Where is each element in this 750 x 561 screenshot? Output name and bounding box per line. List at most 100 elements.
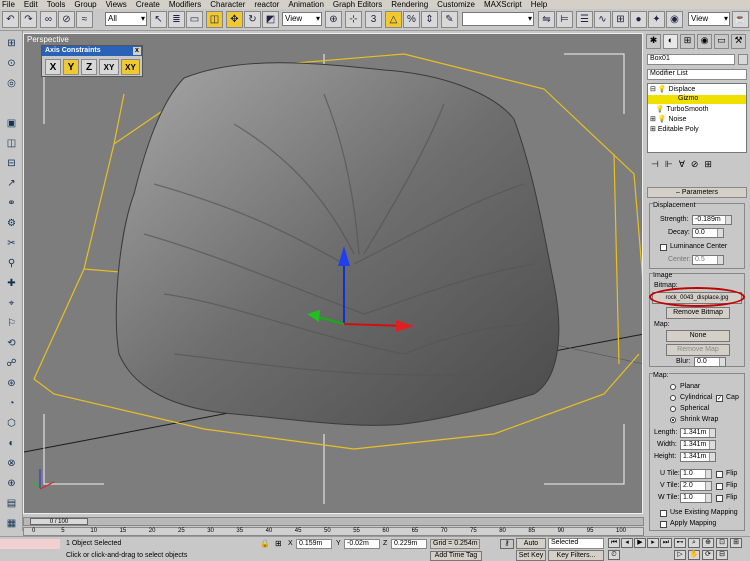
make-unique-icon[interactable]: ∀ [679, 159, 685, 173]
render-scene-icon[interactable]: ✦ [648, 11, 665, 28]
menu-modifiers[interactable]: Modifiers [169, 0, 201, 9]
toolbar-icon-21[interactable]: ⊗ [3, 457, 20, 471]
select-move-icon[interactable]: ✥ [226, 11, 243, 28]
stack-item-turbosmooth[interactable]: 💡 TurboSmooth [650, 105, 709, 113]
modify-tab-icon[interactable]: ◐ [663, 34, 678, 49]
track-bar[interactable]: 0 5 10 15 20 25 30 35 40 45 50 55 60 65 70 75 80 85 90 95 10… [23, 527, 644, 536]
width-spinner[interactable]: 1.341m [680, 440, 716, 450]
menu-group[interactable]: Group [74, 0, 96, 9]
length-spinner[interactable]: 1.341m [680, 428, 716, 438]
u-flip-checkbox[interactable] [716, 471, 723, 478]
select-object-icon[interactable]: ↖ [150, 11, 167, 28]
object-color-swatch[interactable] [738, 54, 748, 65]
stack-item-displace[interactable]: ⊟ 💡 Displace [650, 85, 695, 93]
planar-radio[interactable] [670, 384, 676, 390]
toolbar-icon-13[interactable]: ⌖ [3, 297, 20, 311]
rect-selection-icon[interactable]: ▭ [186, 11, 203, 28]
render-last-icon[interactable]: ☕ [732, 11, 749, 28]
toolbar-icon-7[interactable]: ↗ [3, 177, 20, 191]
toolbar-icon-8[interactable]: ⚭ [3, 197, 20, 211]
toolbar-icon-6[interactable]: ⊟ [3, 157, 20, 171]
toolbar-icon-22[interactable]: ⊕ [3, 477, 20, 491]
toolbar-icon-17[interactable]: ⊛ [3, 377, 20, 391]
redo-icon[interactable]: ↷ [20, 11, 37, 28]
use-existing-mapping-checkbox[interactable] [660, 510, 667, 517]
zoom-icon[interactable]: ⌕ [688, 538, 700, 548]
reference-coord-dropdown[interactable]: View [282, 12, 322, 26]
play-icon[interactable]: ▶ [634, 538, 646, 548]
toolbar-icon-15[interactable]: ⟲ [3, 337, 20, 351]
toolbar-icon-3[interactable]: ◎ [3, 77, 20, 91]
create-tab-icon[interactable]: ✱ [646, 34, 661, 49]
unlink-icon[interactable]: ⊘ [58, 11, 75, 28]
apply-mapping-checkbox[interactable] [660, 521, 667, 528]
absolute-mode-icon[interactable]: ⊞ [275, 539, 282, 548]
key-mode-dropdown[interactable]: Selected [548, 538, 604, 549]
menu-views[interactable]: Views [106, 0, 127, 9]
manipulate-icon[interactable]: ⊹ [345, 11, 362, 28]
x-coord-field[interactable]: 0.159m [296, 539, 332, 549]
center-spinner[interactable]: 0.5 [692, 255, 724, 265]
percent-snap-icon[interactable]: % [403, 11, 420, 28]
zoom-all-icon[interactable]: ⊕ [702, 538, 714, 548]
stack-item-gizmo[interactable]: Gizmo [648, 95, 746, 104]
decay-spinner[interactable]: 0.0 [692, 228, 724, 238]
show-end-result-icon[interactable]: ⊩ [665, 159, 673, 173]
menu-tools[interactable]: Tools [47, 0, 66, 9]
menu-maxscript[interactable]: MAXScript [484, 0, 522, 9]
key-filters-button[interactable]: Key Filters... [548, 550, 604, 561]
menu-edit[interactable]: Edit [24, 0, 38, 9]
undo-icon[interactable]: ↶ [2, 11, 19, 28]
maxscript-listener-mini[interactable] [0, 539, 60, 549]
toolbar-icon-14[interactable]: ⚐ [3, 317, 20, 331]
orbit-icon[interactable]: ⟳ [702, 550, 714, 560]
field-of-view-icon[interactable]: ▷ [674, 550, 686, 560]
menu-help[interactable]: Help [531, 0, 547, 9]
toolbar-icon-12[interactable]: ✚ [3, 277, 20, 291]
layer-manager-icon[interactable]: ☰ [576, 11, 593, 28]
time-slider-track[interactable]: 0 / 100 [23, 517, 644, 526]
modifier-list-dropdown[interactable]: Modifier List [647, 69, 747, 80]
go-to-start-icon[interactable]: ⏮ [608, 538, 620, 548]
lock-selection-icon[interactable]: 🔒 [260, 539, 270, 548]
next-frame-icon[interactable]: ▸ [647, 538, 659, 548]
axis-xy-button[interactable]: XY [99, 59, 119, 75]
go-to-end-icon[interactable]: ⏭ [660, 538, 672, 548]
schematic-view-icon[interactable]: ⊞ [612, 11, 629, 28]
v-tile-spinner[interactable]: 2.0 [680, 481, 712, 491]
cylindrical-radio[interactable] [670, 395, 676, 401]
z-coord-field[interactable]: 0.229m [391, 539, 427, 549]
motion-tab-icon[interactable]: ◉ [697, 34, 712, 49]
menu-customize[interactable]: Customize [437, 0, 475, 9]
toolbar-icon-11[interactable]: ⚲ [3, 257, 20, 271]
strength-spinner[interactable]: -0.189m [692, 215, 732, 225]
luminance-center-checkbox[interactable] [660, 244, 667, 251]
toolbar-icon-24[interactable]: ▦ [3, 517, 20, 531]
spinner-snap-icon[interactable]: ⇕ [421, 11, 438, 28]
quick-render-icon[interactable]: ◉ [666, 11, 683, 28]
curve-editor-icon[interactable]: ∿ [594, 11, 611, 28]
viewport-label[interactable]: Perspective [27, 35, 69, 44]
edit-named-sets-icon[interactable]: ✎ [441, 11, 458, 28]
menu-file[interactable]: File [2, 0, 15, 9]
utilities-tab-icon[interactable]: ⚒ [731, 34, 746, 49]
w-flip-checkbox[interactable] [716, 495, 723, 502]
previous-frame-icon[interactable]: ◂ [621, 538, 633, 548]
key-icon[interactable]: ⚷ [500, 539, 514, 549]
spherical-radio[interactable] [670, 406, 676, 412]
align-icon[interactable]: ⊨ [556, 11, 573, 28]
remove-modifier-icon[interactable]: ⊘ [691, 159, 699, 173]
blur-spinner[interactable]: 0.0 [694, 357, 726, 367]
menu-reactor[interactable]: reactor [254, 0, 279, 9]
toolbar-icon-10[interactable]: ✂ [3, 237, 20, 251]
u-tile-spinner[interactable]: 1.0 [680, 469, 712, 479]
select-by-name-icon[interactable]: ≣ [168, 11, 185, 28]
selection-filter-dropdown[interactable]: All [105, 12, 147, 26]
time-config-icon[interactable]: ⏲ [608, 550, 620, 560]
named-selection-sets-dropdown[interactable] [462, 12, 534, 26]
v-flip-checkbox[interactable] [716, 483, 723, 490]
snap-toggle-icon[interactable]: 3 [365, 11, 382, 28]
remove-bitmap-button[interactable]: Remove Bitmap [666, 307, 730, 319]
height-spinner[interactable]: 1.341m [680, 452, 716, 462]
menu-create[interactable]: Create [136, 0, 160, 9]
